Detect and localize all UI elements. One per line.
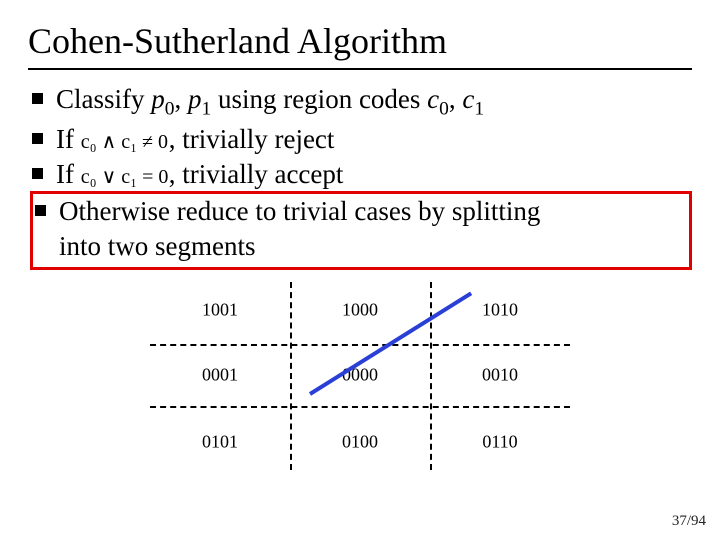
sub: 1 [474, 98, 484, 119]
text: using region codes [211, 84, 427, 114]
var-c1: c [462, 84, 474, 114]
sub: 0 [439, 98, 449, 119]
text: , [174, 84, 188, 114]
code-mid-right: 0010 [482, 365, 518, 386]
region-code-diagram: 1001 1000 1010 0001 0000 0010 0101 0100 … [150, 282, 570, 470]
text: , trivially reject [169, 124, 335, 154]
text: , trivially accept [169, 159, 344, 189]
page-number: 37/94 [672, 513, 706, 530]
var-p0: p [151, 84, 165, 114]
clip-top-edge [150, 344, 570, 346]
formula-reject: c₀ ∧ c₁ ≠ 0 [81, 130, 169, 156]
clip-left-edge [290, 282, 292, 470]
bullet-accept: If c₀ ∨ c₁ = 0, trivially accept [30, 157, 692, 192]
code-bot-left: 0101 [202, 432, 238, 453]
bullet-reject: If c₀ ∧ c₁ ≠ 0, trivially reject [30, 122, 692, 157]
code-bot-right: 0110 [482, 432, 517, 453]
slide-title: Cohen-Sutherland Algorithm [28, 20, 692, 62]
clip-right-edge [430, 282, 432, 470]
text: If [56, 159, 81, 189]
code-mid-left: 0001 [202, 365, 238, 386]
code-top-right: 1010 [482, 300, 518, 321]
bullet-list: Classify p0, p1 using region codes c0, c… [30, 82, 692, 270]
text: Otherwise reduce to trivial cases by spl… [59, 196, 540, 226]
sub: 1 [201, 98, 211, 119]
bullet-classify: Classify p0, p1 using region codes c0, c… [30, 82, 692, 122]
title-rule [28, 68, 692, 70]
bullet-otherwise-highlighted: Otherwise reduce to trivial cases by spl… [30, 191, 692, 270]
text: into two segments [59, 231, 256, 261]
formula-accept: c₀ ∨ c₁ = 0 [81, 165, 169, 191]
clip-bottom-edge [150, 406, 570, 408]
code-bot-center: 0100 [342, 432, 378, 453]
var-c0: c [427, 84, 439, 114]
var-p1: p [188, 84, 202, 114]
code-top-center: 1000 [342, 300, 378, 321]
text: If [56, 124, 81, 154]
code-top-left: 1001 [202, 300, 238, 321]
text: , [449, 84, 463, 114]
text: Classify [56, 84, 151, 114]
